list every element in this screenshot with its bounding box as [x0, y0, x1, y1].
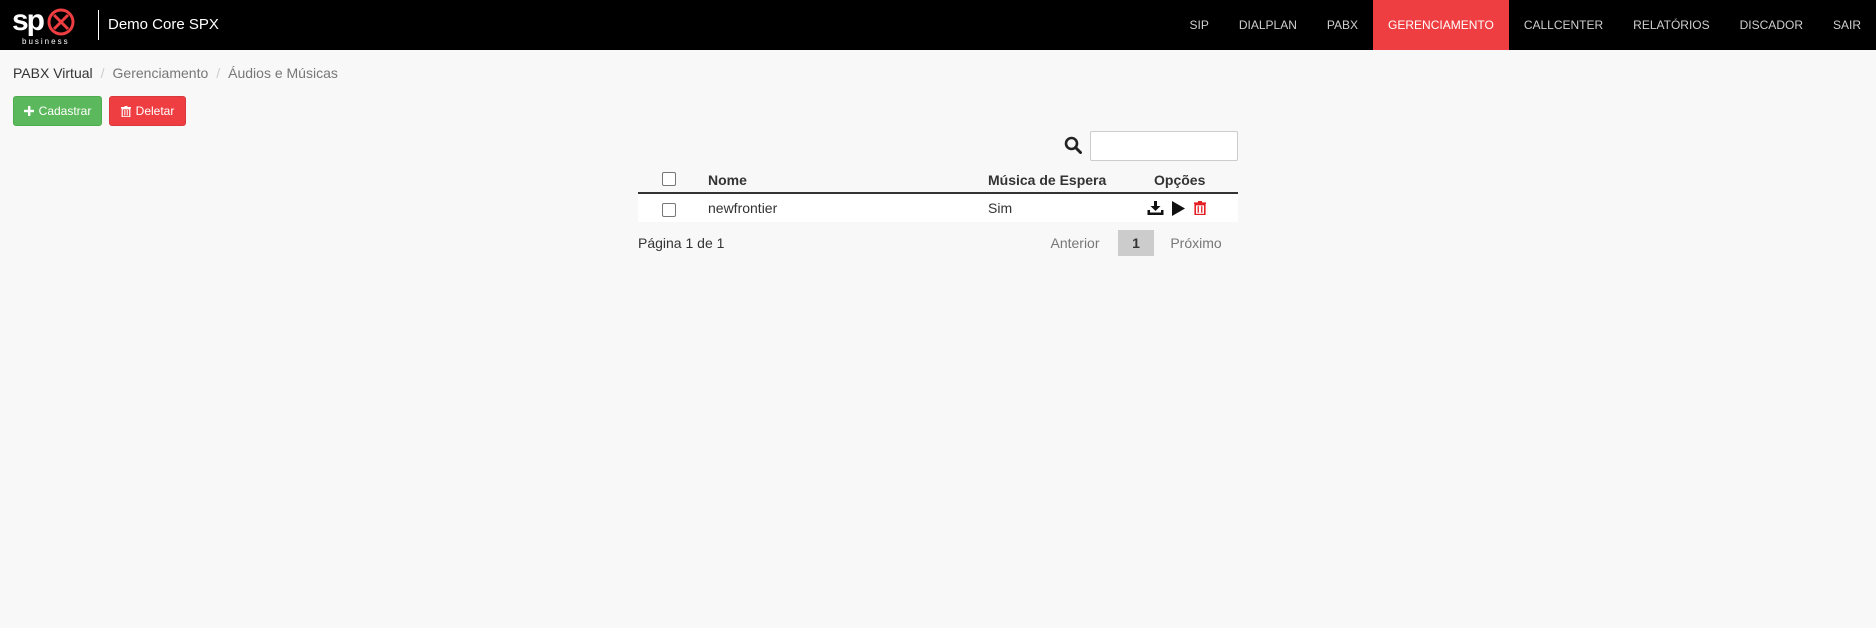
select-all-checkbox[interactable]: [662, 172, 676, 186]
add-button-label: Cadastrar: [38, 104, 92, 118]
nav-item-gerenciamento[interactable]: GERENCIAMENTO: [1373, 0, 1509, 50]
nav-item-sip[interactable]: SIP: [1175, 0, 1224, 50]
main-nav: SIP DIALPLAN PABX GERENCIAMENTO CALLCENT…: [1175, 0, 1876, 50]
delete-button[interactable]: Deletar: [109, 96, 186, 126]
pagination-page-current[interactable]: 1: [1118, 230, 1154, 256]
page-info: Página 1 de 1: [638, 235, 725, 251]
breadcrumb-separator: /: [100, 65, 105, 81]
audios-table: Nome Música de Espera Opções newfrontier…: [638, 168, 1238, 222]
logo-x-mark: [47, 8, 75, 36]
nav-item-sair[interactable]: SAIR: [1818, 0, 1876, 50]
nav-item-pabx[interactable]: PABX: [1312, 0, 1373, 50]
brand-name[interactable]: Demo Core SPX: [108, 16, 219, 34]
breadcrumb-item-gerenciamento[interactable]: Gerenciamento: [113, 64, 209, 82]
search-input[interactable]: [1090, 131, 1238, 161]
logo-subtitle: business: [22, 37, 70, 46]
breadcrumb: PABX Virtual / Gerenciamento / Áudios e …: [13, 64, 338, 82]
breadcrumb-item-pabx-virtual[interactable]: PABX Virtual: [13, 64, 93, 82]
nav-item-dialplan[interactable]: DIALPLAN: [1224, 0, 1312, 50]
table-header: Nome Música de Espera Opções: [638, 168, 1238, 194]
brand-divider: [98, 10, 99, 40]
table-row: newfrontier Sim: [638, 194, 1238, 222]
breadcrumb-item-audios: Áudios e Músicas: [228, 65, 338, 81]
brand-logo[interactable]: sp business: [12, 6, 82, 46]
top-navbar: sp business Demo Core SPX SIP DIALPLAN P…: [0, 0, 1876, 50]
cell-hold-music: Sim: [988, 200, 1013, 216]
cell-name: newfrontier: [708, 200, 778, 216]
column-header-options: Opções: [1154, 172, 1206, 188]
play-icon[interactable]: [1172, 201, 1185, 216]
plus-icon: [23, 106, 34, 116]
nav-item-callcenter[interactable]: CALLCENTER: [1509, 0, 1618, 50]
column-header-name[interactable]: Nome: [708, 171, 747, 189]
delete-button-label: Deletar: [135, 104, 175, 118]
trash-icon: [120, 105, 131, 117]
pagination-next[interactable]: Próximo: [1164, 230, 1228, 256]
column-header-hold-music[interactable]: Música de Espera: [988, 171, 1106, 189]
download-icon[interactable]: [1147, 201, 1164, 216]
add-button[interactable]: Cadastrar: [13, 96, 102, 126]
breadcrumb-separator: /: [216, 65, 221, 81]
search-icon[interactable]: [1064, 136, 1082, 159]
logo-text: sp: [12, 4, 45, 37]
delete-icon[interactable]: [1194, 201, 1206, 215]
nav-item-relatorios[interactable]: RELATÓRIOS: [1618, 0, 1724, 50]
nav-item-discador[interactable]: DISCADOR: [1725, 0, 1818, 50]
pagination-previous[interactable]: Anterior: [1040, 230, 1110, 256]
row-checkbox[interactable]: [662, 203, 676, 217]
